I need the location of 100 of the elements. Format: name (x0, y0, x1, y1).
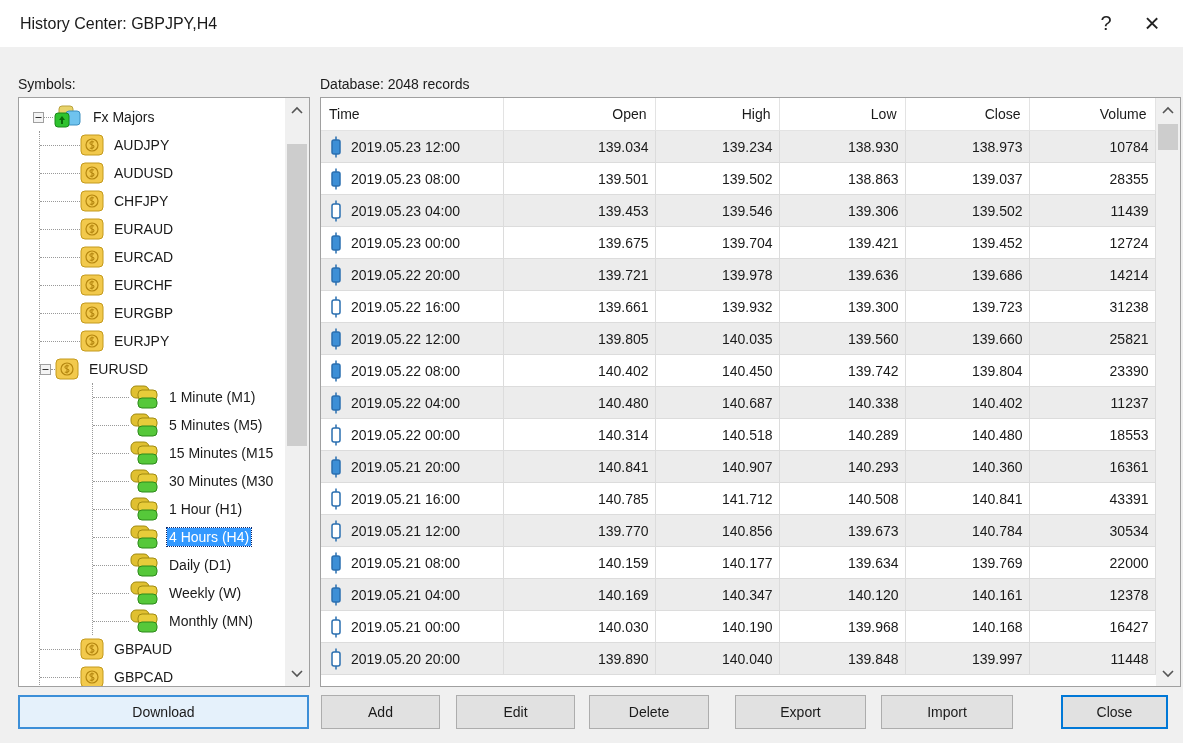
table-cell: 139.997 (905, 642, 1029, 675)
tree-item[interactable]: Fx Majors (91, 108, 157, 126)
help-button[interactable]: ? (1083, 3, 1129, 44)
table-cell: 2019.05.21 16:00 (351, 490, 460, 507)
collapse-toggle[interactable] (40, 363, 51, 375)
tree-item[interactable]: GBPAUD (112, 640, 175, 658)
tree-item[interactable]: EURJPY (112, 332, 172, 350)
table-cell: 140.030 (503, 610, 655, 643)
scroll-down-icon[interactable] (1161, 670, 1174, 678)
tree-item[interactable]: Daily (D1) (167, 556, 234, 574)
tree-item[interactable]: EURCAD (112, 248, 176, 266)
table-cell: 140.168 (905, 610, 1029, 643)
table-cell: 30534 (1029, 514, 1155, 547)
action-button[interactable]: Delete (589, 695, 709, 729)
table-cell: 139.634 (779, 546, 905, 579)
tree-item[interactable]: 30 Minutes (M30 (167, 472, 276, 490)
collapse-toggle[interactable] (33, 111, 44, 123)
table-cell: 139.234 (655, 130, 779, 163)
table-cell: 2019.05.22 08:00 (351, 362, 460, 379)
tree-item[interactable]: 15 Minutes (M15 (167, 444, 276, 462)
tree-item[interactable]: Weekly (W) (167, 584, 244, 602)
table-cell: 139.453 (503, 194, 655, 227)
table-cell: 139.560 (779, 322, 905, 355)
table-cell: 140.293 (779, 450, 905, 483)
table-cell: 139.890 (503, 642, 655, 675)
table-cell: 139.769 (905, 546, 1029, 579)
table-cell: 139.804 (905, 354, 1029, 387)
action-button[interactable]: Add (321, 695, 440, 729)
tree-item[interactable]: EURGBP (112, 304, 176, 322)
column-header[interactable]: Volume (1029, 98, 1155, 131)
table-cell: 2019.05.22 16:00 (351, 298, 460, 315)
column-header[interactable]: Open (503, 98, 655, 131)
tree-item[interactable]: 1 Hour (H1) (167, 500, 245, 518)
tree-item[interactable]: EURUSD (87, 360, 151, 378)
table-cell: 2019.05.21 20:00 (351, 458, 460, 475)
table-cell: 139.805 (503, 322, 655, 355)
table-cell: 139.037 (905, 162, 1029, 195)
table-cell: 140.338 (779, 386, 905, 419)
table-cell: 140.120 (779, 578, 905, 611)
scroll-down-icon[interactable] (291, 670, 303, 678)
tree-item[interactable]: EURCHF (112, 276, 175, 294)
table-cell: 140.314 (503, 418, 655, 451)
table-cell: 140.169 (503, 578, 655, 611)
database-icon (129, 581, 159, 605)
table-cell: 2019.05.22 12:00 (351, 330, 460, 347)
table-cell: 2019.05.22 00:00 (351, 426, 460, 443)
close-button[interactable]: × (1129, 3, 1175, 44)
table-cell: 139.502 (905, 194, 1029, 227)
scrollbar[interactable] (285, 98, 309, 686)
column-header[interactable]: Close (905, 98, 1029, 131)
table-cell: 2019.05.23 00:00 (351, 234, 460, 251)
table-cell: 140.035 (655, 322, 779, 355)
action-button[interactable]: Edit (456, 695, 575, 729)
column-header[interactable]: Time (321, 98, 503, 131)
download-button[interactable]: Download (18, 695, 309, 729)
table-cell: 140.402 (905, 386, 1029, 419)
scroll-thumb[interactable] (287, 144, 307, 446)
scroll-up-icon[interactable] (1161, 106, 1174, 114)
table-cell: 139.978 (655, 258, 779, 291)
scroll-up-icon[interactable] (291, 106, 303, 114)
scroll-thumb[interactable] (1157, 124, 1178, 150)
table-cell: 2019.05.23 08:00 (351, 170, 460, 187)
dollar-icon (80, 638, 104, 660)
tree-item[interactable]: GBPCAD (112, 668, 176, 686)
table-cell: 2019.05.21 00:00 (351, 618, 460, 635)
tree-item[interactable]: AUDUSD (112, 164, 176, 182)
table-cell: 2019.05.21 04:00 (351, 586, 460, 603)
action-button[interactable]: Close (1061, 695, 1168, 729)
table-cell: 140.040 (655, 642, 779, 675)
column-header[interactable]: Low (779, 98, 905, 131)
table-cell: 140.518 (655, 418, 779, 451)
tree-item[interactable]: 1 Minute (M1) (167, 388, 258, 406)
table-cell: 138.930 (779, 130, 905, 163)
table-cell: 139.848 (779, 642, 905, 675)
table-cell: 139.704 (655, 226, 779, 259)
table-cell: 139.501 (503, 162, 655, 195)
table-cell: 11237 (1029, 386, 1155, 419)
table-cell: 140.785 (503, 482, 655, 515)
dollar-icon (80, 134, 104, 156)
tree-item[interactable]: Monthly (MN) (167, 612, 255, 630)
table-cell: 140.907 (655, 450, 779, 483)
tree-item[interactable]: 5 Minutes (M5) (167, 416, 265, 434)
tree-item[interactable]: AUDJPY (112, 136, 172, 154)
table-cell: 140.177 (655, 546, 779, 579)
scrollbar[interactable] (1155, 98, 1180, 686)
table-cell: 139.034 (503, 130, 655, 163)
tree-item[interactable]: CHFJPY (112, 192, 171, 210)
table-cell: 140.159 (503, 546, 655, 579)
folder-group-icon (53, 105, 83, 129)
table-cell: 139.452 (905, 226, 1029, 259)
column-header[interactable]: High (655, 98, 779, 131)
dollar-icon (80, 162, 104, 184)
table-cell: 140.841 (905, 482, 1029, 515)
action-button[interactable]: Import (881, 695, 1013, 729)
database-icon (129, 441, 159, 465)
table-cell: 139.421 (779, 226, 905, 259)
table-cell: 140.841 (503, 450, 655, 483)
action-button[interactable]: Export (735, 695, 866, 729)
table-cell: 138.863 (779, 162, 905, 195)
tree-item[interactable]: EURAUD (112, 220, 176, 238)
